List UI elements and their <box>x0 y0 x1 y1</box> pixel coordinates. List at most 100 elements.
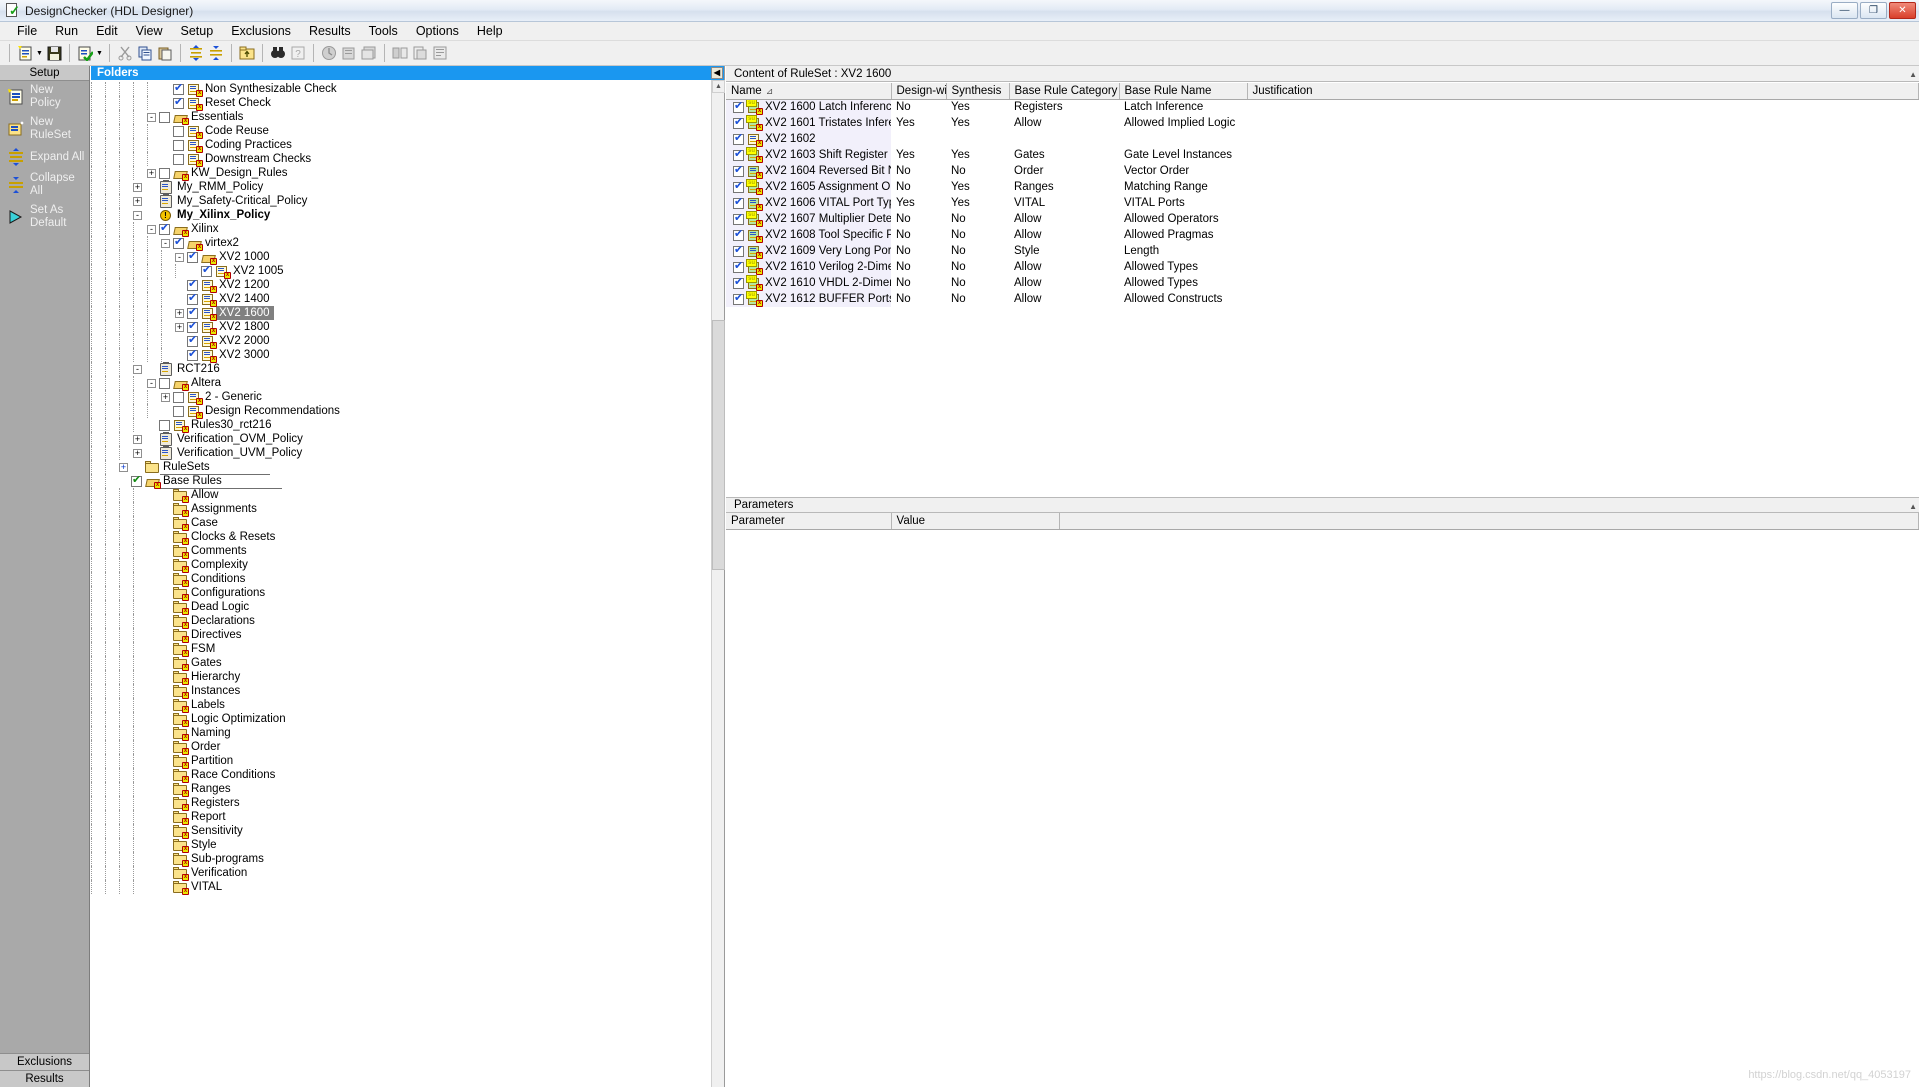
tree-item[interactable]: x Code Reuse <box>91 124 711 139</box>
tree-item[interactable]: x VITAL <box>91 880 711 895</box>
tree-expander[interactable]: + <box>175 322 184 332</box>
tree-expander[interactable]: + <box>133 182 142 192</box>
tree-expander[interactable]: - <box>133 364 142 374</box>
tree-item[interactable]: x Race Conditions <box>91 768 711 783</box>
tree-item[interactable]: x Coding Practices <box>91 138 711 153</box>
tree-checkbox[interactable] <box>173 405 184 417</box>
rule-name-cell[interactable]: suxXV2 1601 Tristates Inference <box>726 115 891 131</box>
rule-name-cell[interactable]: xXV2 1609 Very Long Port/Modul <box>726 243 891 259</box>
rule-name-cell[interactable]: suxXV2 1600 Latch Inference <box>726 99 891 115</box>
table-row[interactable]: suxXV2 1610 VHDL 2-Dimensional A No No Allo… <box>726 275 1919 291</box>
parameters-scroll-up-icon[interactable]: ▲ <box>1909 499 1917 514</box>
tree-item[interactable]: x Allow <box>91 488 711 503</box>
tree-checkbox[interactable] <box>187 250 198 263</box>
tree-item[interactable]: + xXV2 1600 <box>91 306 711 321</box>
tree-item[interactable]: -! My_Xilinx_Policy <box>91 208 711 222</box>
collapse-pane-icon[interactable]: ◀ <box>711 67 723 79</box>
tree-expander[interactable]: + <box>147 168 156 178</box>
maximize-button[interactable]: ❐ <box>1860 2 1887 19</box>
table-row[interactable]: xXV2 1608 Tool Specific Pragmas No No Allow… <box>726 227 1919 243</box>
tree-item[interactable]: x Ranges <box>91 782 711 797</box>
tree-item[interactable]: x Complexity <box>91 558 711 573</box>
tree-item[interactable]: x Declarations <box>91 614 711 629</box>
tree-checkbox[interactable] <box>173 96 184 109</box>
tree-item[interactable]: x Downstream Checks <box>91 152 711 167</box>
tree-checkbox[interactable] <box>201 264 212 277</box>
table-row[interactable]: suxXV2 1601 Tristates Inference Yes Yes All… <box>726 115 1919 131</box>
column-header-value[interactable]: Value <box>891 513 1060 530</box>
tree-item[interactable]: - x Essentials <box>91 110 711 125</box>
policy-tree[interactable]: xNon Synthesizable CheckxReset Check-xEs… <box>91 80 711 1087</box>
table-row[interactable]: xXV2 1606 VITAL Port Types Yes Yes VITAL VIT… <box>726 195 1919 211</box>
rule-name-cell[interactable]: xXV2 1606 VITAL Port Types <box>726 195 891 211</box>
tree-item[interactable]: x Instances <box>91 684 711 699</box>
tree-item[interactable]: x Naming <box>91 726 711 741</box>
scroll-up-button[interactable]: ▲ <box>712 80 725 93</box>
tree-item[interactable]: x Hierarchy <box>91 670 711 685</box>
tree-checkbox[interactable] <box>187 334 198 347</box>
tree-checkbox[interactable] <box>159 222 170 235</box>
rule-checkbox[interactable] <box>733 196 744 209</box>
tree-checkbox[interactable] <box>173 139 184 151</box>
tree-item[interactable]: - xXilinx <box>91 222 711 237</box>
tree-item[interactable]: x Case <box>91 516 711 531</box>
tree-item[interactable]: x Registers <box>91 796 711 811</box>
tree-checkbox[interactable] <box>173 153 184 165</box>
tree-expander[interactable]: + <box>175 308 184 318</box>
rule-checkbox[interactable] <box>733 132 744 145</box>
menu-run[interactable]: Run <box>46 22 87 40</box>
menu-help[interactable]: Help <box>468 22 512 40</box>
tree-expander[interactable]: - <box>161 238 170 248</box>
tree-item[interactable]: + x KW_Design_Rules <box>91 166 711 181</box>
tree-checkbox[interactable] <box>159 111 170 123</box>
tree-item[interactable]: x Assignments <box>91 502 711 517</box>
tree-item[interactable]: xReset Check <box>91 96 711 111</box>
check-policy-dropdown-icon[interactable]: ▼ <box>95 43 104 63</box>
tree-expander[interactable]: + <box>119 462 128 472</box>
table-row[interactable]: suxXV2 1600 Latch Inference No Yes Register… <box>726 99 1919 115</box>
rule-name-cell[interactable]: suxXV2 1612 BUFFER Ports <box>726 291 891 307</box>
tree-item[interactable]: + Verification_UVM_Policy <box>91 445 711 460</box>
tree-item[interactable]: + Verification_OVM_Policy <box>91 431 711 446</box>
paste-icon[interactable] <box>155 43 175 63</box>
rule-name-cell[interactable]: suxXV2 1605 Assignment Operands <box>726 179 891 195</box>
tree-checkbox[interactable] <box>173 391 184 403</box>
menu-setup[interactable]: Setup <box>172 22 223 40</box>
tree-item[interactable]: xNon Synthesizable Check <box>91 82 711 97</box>
tree-item[interactable]: x Report <box>91 810 711 825</box>
new-policy-dropdown-icon[interactable]: ▼ <box>35 43 44 63</box>
table-row[interactable]: suxXV2 1605 Assignment Operands No Yes Rang… <box>726 179 1919 195</box>
menu-tools[interactable]: Tools <box>360 22 407 40</box>
tree-item[interactable]: x Clocks & Resets <box>91 530 711 545</box>
tree-item[interactable]: xXV2 3000 <box>91 348 711 363</box>
sidebar-button-exclusions[interactable]: Exclusions <box>0 1053 89 1070</box>
minimize-button[interactable]: — <box>1831 2 1858 19</box>
rule-name-cell[interactable]: xXV2 1602 <box>726 131 891 147</box>
rule-checkbox[interactable] <box>733 164 744 177</box>
scroll-up-icon[interactable]: ▲ <box>1909 67 1917 83</box>
rule-checkbox[interactable] <box>733 292 744 305</box>
tree-item[interactable]: + RuleSets <box>91 460 711 475</box>
tree-item[interactable]: x Rules30_rct216 <box>91 418 711 433</box>
tree-expander[interactable]: + <box>161 392 170 402</box>
tree-checkbox[interactable] <box>131 474 142 487</box>
sidebar-item-set-as-default[interactable]: Set As Default <box>0 201 89 233</box>
tree-item[interactable]: - x Altera <box>91 376 711 391</box>
close-button[interactable]: ✕ <box>1889 2 1916 19</box>
rule-name-cell[interactable]: suxXV2 1607 Multiplier Detection <box>726 211 891 227</box>
tree-expander[interactable]: + <box>133 196 142 206</box>
rule-checkbox[interactable] <box>733 100 744 113</box>
rules-grid[interactable]: Name⊿ Design-wide Synthesis Base Rule Ca… <box>726 83 1919 307</box>
collapse-all-icon[interactable] <box>206 43 226 63</box>
tree-expander[interactable]: - <box>133 210 142 220</box>
tree-item[interactable]: x Dead Logic <box>91 600 711 615</box>
tree-expander[interactable]: - <box>175 252 184 262</box>
tree-item[interactable]: + My_RMM_Policy <box>91 179 711 194</box>
tree-checkbox[interactable] <box>159 377 170 389</box>
sidebar-button-results[interactable]: Results <box>0 1070 89 1087</box>
new-policy-icon[interactable] <box>15 43 35 63</box>
table-row[interactable]: xXV2 1604 Reversed Bit Numberin No No Order… <box>726 163 1919 179</box>
tree-item[interactable]: x Logic Optimization <box>91 712 711 727</box>
column-header-synthesis[interactable]: Synthesis <box>946 83 1010 100</box>
tree-item[interactable]: x Style <box>91 838 711 853</box>
